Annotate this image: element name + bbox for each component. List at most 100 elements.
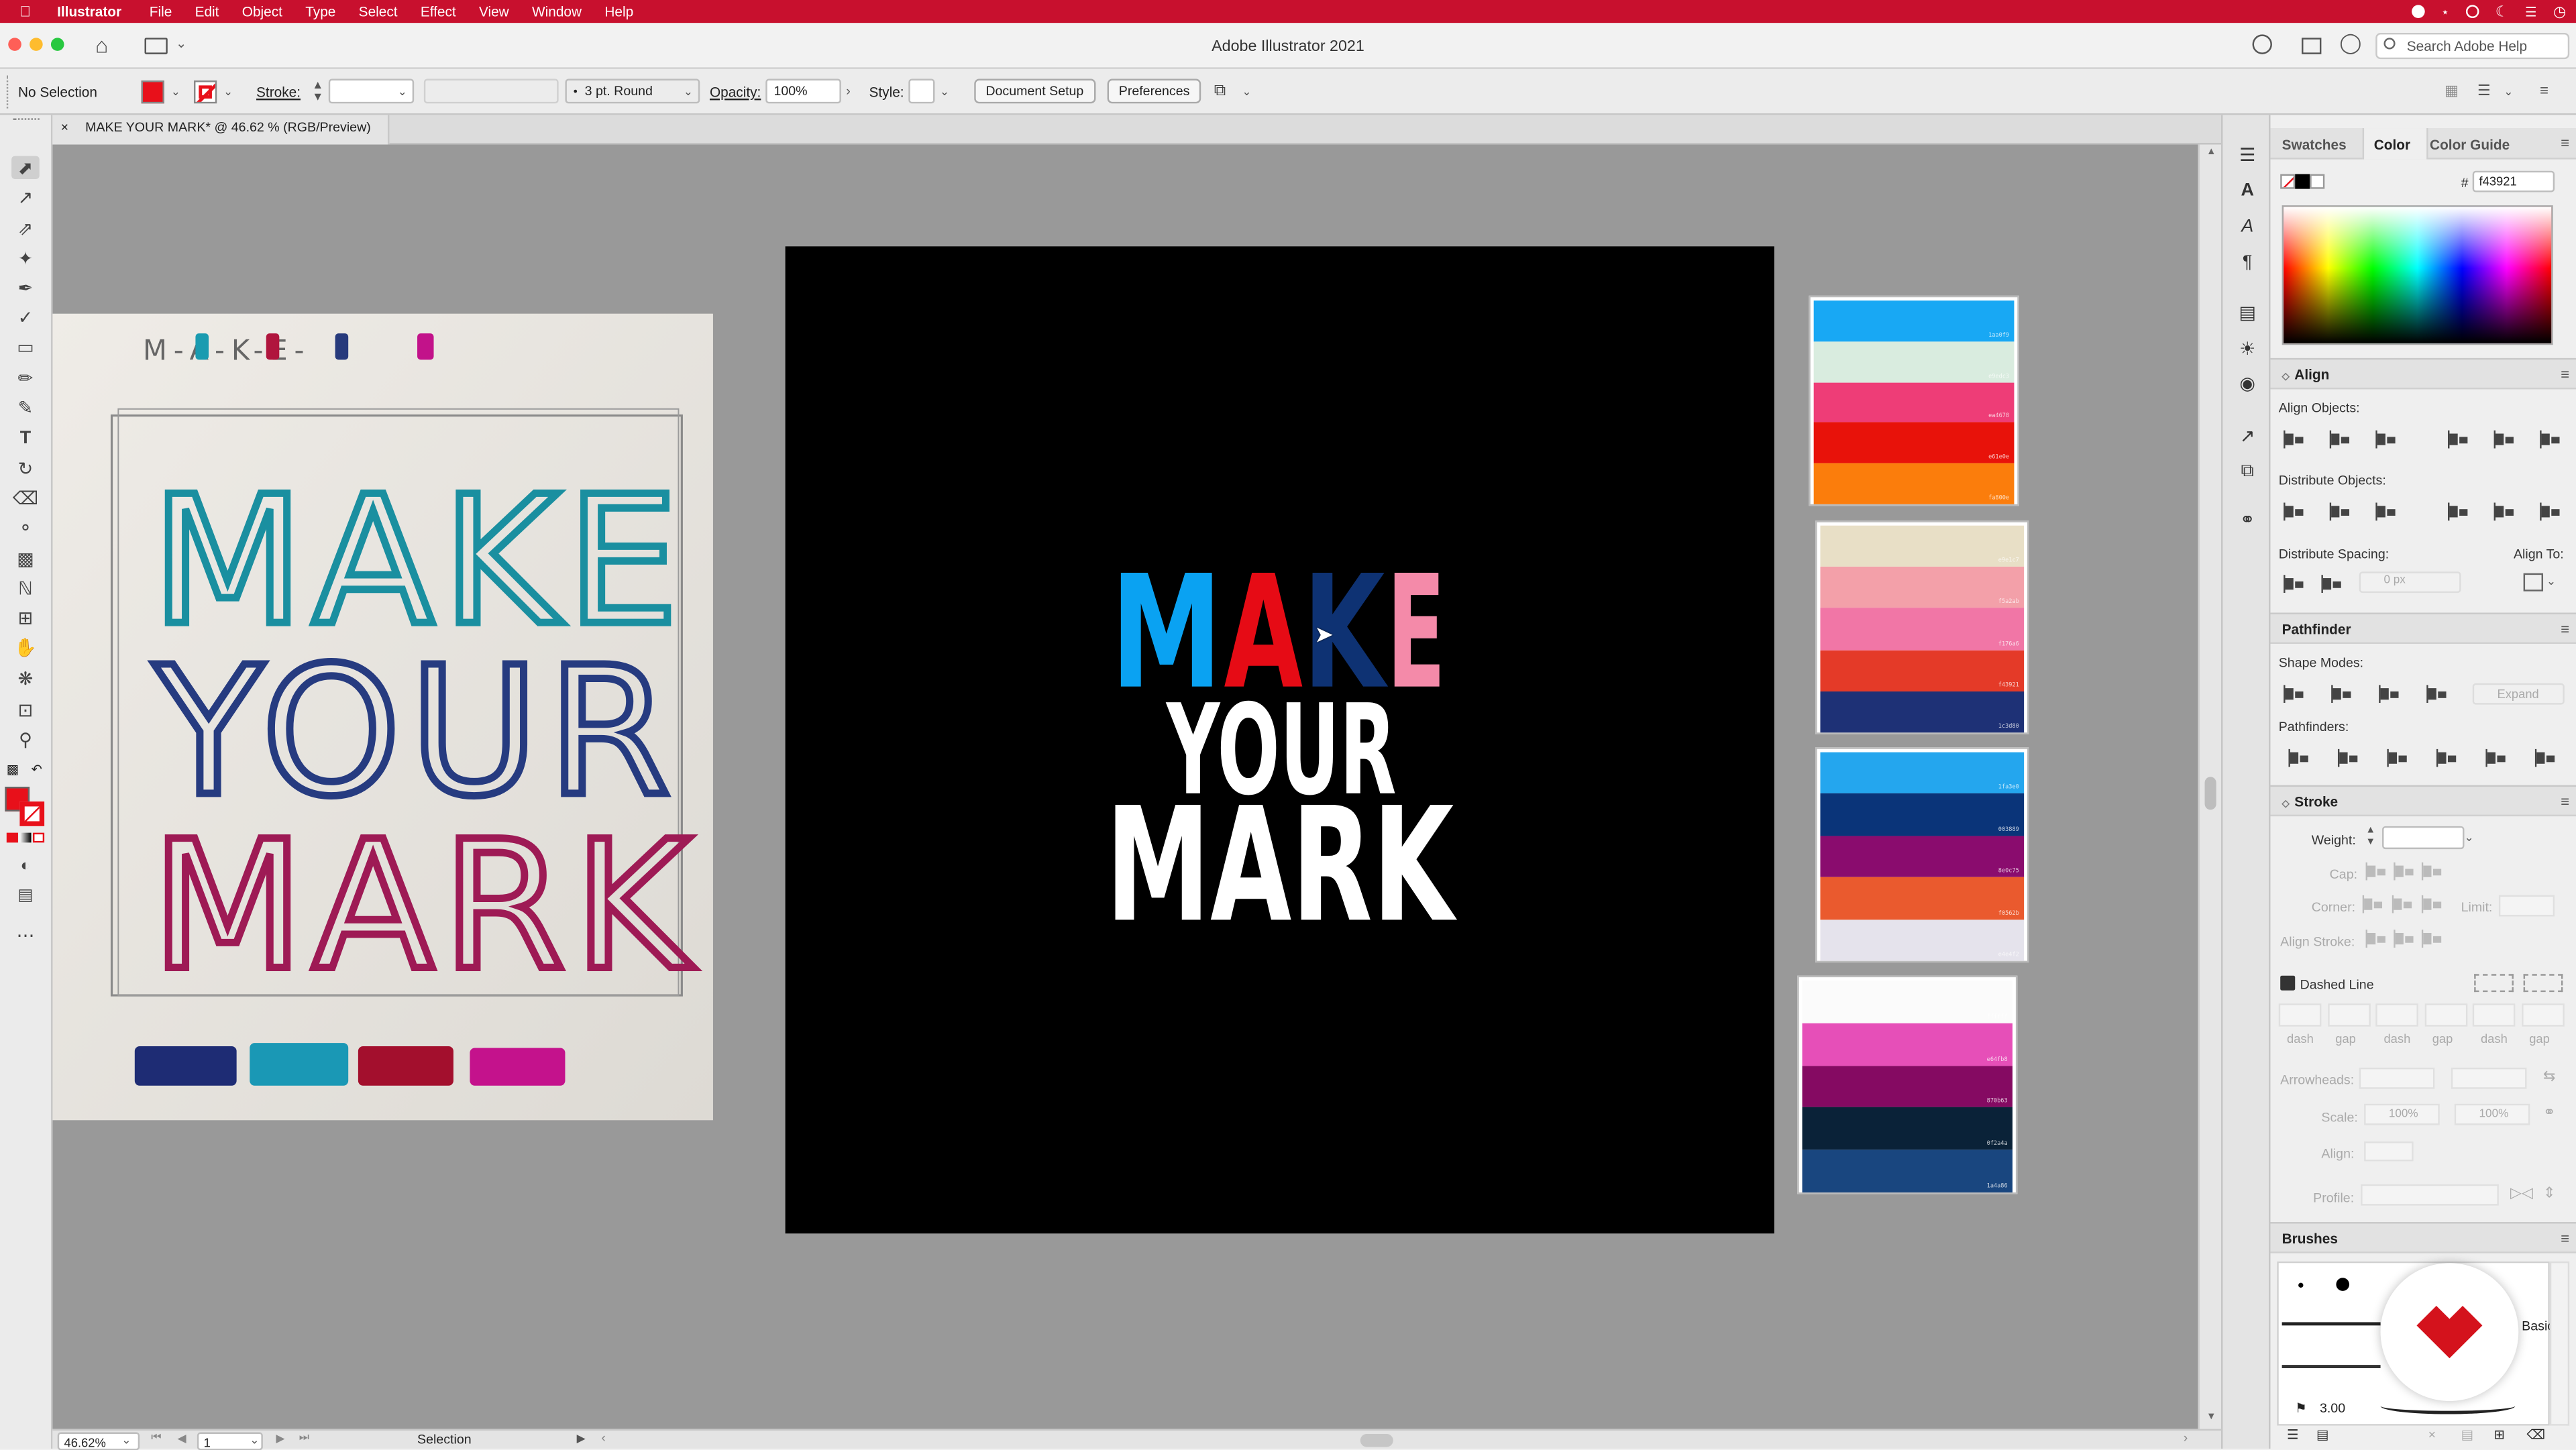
exclude-icon[interactable] <box>2426 685 2448 704</box>
color-palette-card[interactable]: e9e1c7 f5a2ab f176a6 f43921 1c3d80 <box>1815 520 2029 734</box>
preferences-button[interactable]: Preferences <box>1107 78 1201 104</box>
color-mode-icon[interactable] <box>6 832 18 843</box>
grip-handle[interactable] <box>6 75 10 109</box>
sketch-photo[interactable]: M-A-K-E- MAKE YOUR MARK <box>52 313 713 1121</box>
opacity-expand-icon[interactable]: › <box>846 84 851 99</box>
graphic-styles-icon[interactable]: ◉ <box>2236 374 2259 394</box>
color-panel-menu-icon[interactable]: ≡ <box>2561 135 2569 151</box>
eraser-tool-icon[interactable]: ⌫ <box>11 486 40 509</box>
limit-field[interactable] <box>2498 895 2555 917</box>
distribute-hcenter-icon[interactable] <box>2493 502 2516 521</box>
weight-dropdown-icon[interactable]: ⌄ <box>2464 831 2473 844</box>
brush-dot-small[interactable] <box>2298 1282 2304 1288</box>
brushes-panel-menu-icon[interactable]: ≡ <box>2561 1230 2569 1246</box>
menu-object[interactable]: Object <box>242 3 282 19</box>
dashed-line-checkbox[interactable] <box>2280 975 2296 991</box>
menu-help[interactable]: Help <box>604 3 633 19</box>
minus-back-icon[interactable] <box>2534 748 2557 767</box>
apple-icon[interactable]:  <box>19 3 31 19</box>
stroke-color-swatch[interactable] <box>193 80 217 104</box>
align-bottom-icon[interactable] <box>2540 430 2561 449</box>
intersect-icon[interactable] <box>2379 685 2400 704</box>
pathfinder-panel-menu-icon[interactable]: ≡ <box>2561 621 2569 637</box>
align-to-selection-icon[interactable] <box>2523 573 2544 592</box>
search-help-input[interactable]: Search Adobe Help <box>2375 32 2570 60</box>
scroll-up-icon[interactable]: ▲ <box>2206 148 2216 158</box>
brush-library-menu-icon[interactable]: ▤ <box>2316 1427 2329 1442</box>
swap-colors-icon[interactable]: ↶ <box>32 762 42 777</box>
scale-start-field[interactable]: 100% <box>2364 1103 2440 1125</box>
paragraph-icon[interactable]: ¶ <box>2236 253 2259 272</box>
bevel-join-icon[interactable] <box>2421 895 2443 913</box>
minus-front-icon[interactable] <box>2331 685 2353 704</box>
opacity-label[interactable]: Opacity: <box>710 84 761 100</box>
tab-color-guide[interactable]: Color Guide <box>2430 136 2510 152</box>
brushes-scrollbar[interactable] <box>2549 1261 2570 1426</box>
scale-end-field[interactable]: 100% <box>2454 1103 2530 1125</box>
transform-icon[interactable]: ▦ <box>2445 82 2459 100</box>
align-stroke-center-icon[interactable] <box>2365 930 2387 948</box>
distribute-hspace-icon[interactable] <box>2321 575 2343 594</box>
close-tab-icon[interactable]: × <box>61 120 68 135</box>
layers-icon[interactable]: ☰ <box>2236 146 2259 166</box>
align-right-icon[interactable] <box>2375 430 2397 449</box>
scroll-left-icon[interactable]: ‹ <box>601 1431 606 1445</box>
artboard-tool-icon[interactable]: ⊞ <box>11 606 40 629</box>
scroll-down-icon[interactable]: ▼ <box>2206 1412 2216 1423</box>
none-mode-icon[interactable] <box>32 832 45 843</box>
first-artboard-icon[interactable]: ⏮ <box>151 1433 161 1446</box>
screen-mode-icon[interactable]: ▤ <box>11 884 40 907</box>
distribute-bottom-icon[interactable] <box>2375 502 2397 521</box>
flip-across-icon[interactable]: ⇕ <box>2543 1184 2555 1203</box>
eyedropper-tool-icon[interactable]: ℕ <box>11 577 40 600</box>
hand-tool-icon[interactable]: ✋ <box>11 636 40 659</box>
brush-dot-large[interactable] <box>2336 1278 2350 1291</box>
transform-panel-icon[interactable]: ⧉ <box>2236 461 2259 481</box>
zoom-tool-icon[interactable]: ⚲ <box>11 728 40 750</box>
dash-gap-field[interactable] <box>2326 1003 2370 1027</box>
stroke-weight-dropdown-icon[interactable]: ⌄ <box>398 85 407 99</box>
spacing-field[interactable]: 0 px <box>2359 571 2461 594</box>
dash-preserve-icon[interactable] <box>2474 974 2514 993</box>
hex-field[interactable]: f43921 <box>2472 170 2555 192</box>
align-to-dropdown-icon[interactable]: ⌄ <box>2546 575 2556 588</box>
dash-gap-field[interactable] <box>2278 1003 2322 1027</box>
canvas[interactable]: M-A-K-E- MAKE YOUR MARK M A K E YOUR MAR… <box>52 144 2198 1429</box>
default-colors-icon[interactable]: ▩ <box>7 762 19 777</box>
align-stroke-outside-icon[interactable] <box>2421 930 2443 948</box>
brush-stroke-2[interactable] <box>2282 1365 2381 1369</box>
outline-icon[interactable] <box>2485 748 2507 767</box>
color-spectrum[interactable] <box>2282 205 2553 345</box>
black-swatch[interactable] <box>2295 174 2310 189</box>
arrange-icon[interactable]: ⧉ <box>1214 82 1226 100</box>
align-bar-dropdown-icon[interactable]: ⌄ <box>2504 85 2513 99</box>
selection-tool-icon[interactable]: ⬈ <box>11 156 40 179</box>
menu-select[interactable]: Select <box>359 3 398 19</box>
swap-arrowheads-icon[interactable]: ⇆ <box>2543 1068 2555 1086</box>
brush-dropdown-icon[interactable]: ⌄ <box>684 85 693 99</box>
stroke-color-box[interactable] <box>19 801 45 826</box>
dash-align-icon[interactable] <box>2523 974 2563 993</box>
menu-edit[interactable]: Edit <box>195 3 219 19</box>
bluetooth-icon[interactable]: ⋆ <box>2441 4 2449 19</box>
distribute-top-icon[interactable] <box>2284 502 2305 521</box>
horizontal-scroll-thumb[interactable] <box>1360 1433 1393 1447</box>
distribute-vspace-icon[interactable] <box>2284 575 2305 594</box>
group-selection-tool-icon[interactable]: ⇗ <box>11 217 40 239</box>
profile-select[interactable] <box>2361 1184 2499 1206</box>
zoom-dropdown-icon[interactable]: ⌄ <box>121 1434 131 1447</box>
brush-libraries-icon[interactable]: ☰ <box>2287 1427 2299 1442</box>
scroll-right-icon[interactable]: › <box>2184 1431 2188 1445</box>
distribute-left-icon[interactable] <box>2447 502 2469 521</box>
none-swatch[interactable] <box>2280 174 2296 189</box>
gradient-panel-icon[interactable]: ▤ <box>2236 304 2259 323</box>
stroke-label[interactable]: Stroke: <box>256 84 301 100</box>
link-scale-icon[interactable]: ⚭ <box>2543 1104 2555 1122</box>
app-menu[interactable]: Illustrator <box>57 3 121 19</box>
align-left-icon[interactable] <box>2284 430 2305 449</box>
brush-definition-field[interactable]: • 3 pt. Round <box>565 78 700 104</box>
align-hcenter-icon[interactable] <box>2329 430 2351 449</box>
record-icon[interactable] <box>2411 5 2425 18</box>
artboard[interactable]: M A K E YOUR MARK ➤ <box>785 246 1774 1234</box>
lightbulb-icon[interactable]: ◯ <box>2339 32 2361 54</box>
